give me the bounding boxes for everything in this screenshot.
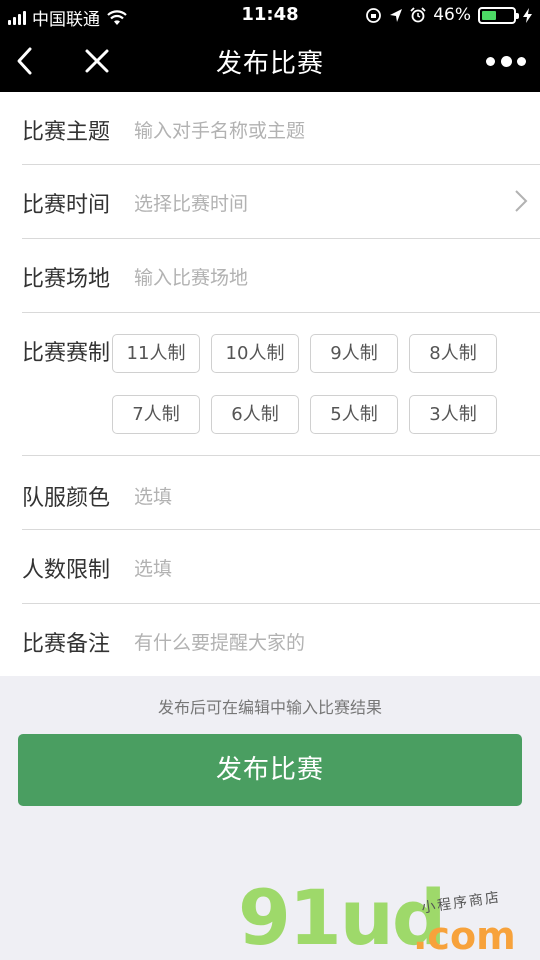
jersey-color-row[interactable]: 队服颜色 选填 xyxy=(22,456,540,529)
format-option-10[interactable]: 10人制 xyxy=(211,334,299,373)
format-option-9[interactable]: 9人制 xyxy=(310,334,398,373)
format-label: 比赛赛制 xyxy=(22,341,111,366)
player-limit-row[interactable]: 人数限制 选填 xyxy=(22,530,540,603)
more-dots-icon[interactable] xyxy=(486,54,526,68)
rotation-lock-icon xyxy=(366,7,382,23)
time-picker[interactable]: 选择比赛时间 xyxy=(134,189,248,216)
location-icon xyxy=(390,8,403,22)
player-limit-input[interactable]: 选填 xyxy=(134,554,172,581)
status-right: 46% xyxy=(365,5,532,25)
watermark-domain: .com xyxy=(413,914,516,958)
status-bar: 中国联通 11:48 46% xyxy=(0,0,540,30)
time-label: 比赛时间 xyxy=(22,193,111,218)
topic-row[interactable]: 比赛主题 输入对手名称或主题 xyxy=(22,92,540,164)
format-option-3[interactable]: 3人制 xyxy=(409,395,497,434)
result-hint: 发布后可在编辑中输入比赛结果 xyxy=(157,698,382,717)
topic-label: 比赛主题 xyxy=(22,120,111,145)
format-option-11[interactable]: 11人制 xyxy=(112,334,200,373)
player-limit-label: 人数限制 xyxy=(22,558,111,583)
format-option-8[interactable]: 8人制 xyxy=(409,334,497,373)
publish-button[interactable]: 发布比赛 xyxy=(18,734,522,806)
notes-input[interactable]: 有什么要提醒大家的 xyxy=(134,628,305,655)
jersey-color-label: 队服颜色 xyxy=(22,486,111,511)
watermark-logo: 91ud 小程序商店 .com xyxy=(238,880,538,960)
notes-row[interactable]: 比赛备注 有什么要提醒大家的 xyxy=(22,604,540,676)
match-form: 比赛主题 输入对手名称或主题 比赛时间 选择比赛时间 比赛场地 输入比赛场地 比… xyxy=(0,92,540,676)
time-row[interactable]: 比赛时间 选择比赛时间 xyxy=(22,165,540,238)
navigation-bar: 发布比赛 xyxy=(0,30,540,92)
format-option-5[interactable]: 5人制 xyxy=(310,395,398,434)
notes-label: 比赛备注 xyxy=(22,632,111,657)
battery-fill xyxy=(482,10,496,20)
page-title: 发布比赛 xyxy=(215,49,324,79)
format-option-6[interactable]: 6人制 xyxy=(211,395,299,434)
battery-percent: 46% xyxy=(433,5,471,25)
chevron-right-icon[interactable] xyxy=(514,189,528,213)
venue-input[interactable]: 输入比赛场地 xyxy=(134,263,248,290)
venue-row[interactable]: 比赛场地 输入比赛场地 xyxy=(22,239,540,312)
format-option-7[interactable]: 7人制 xyxy=(112,395,200,434)
alarm-icon xyxy=(410,7,426,23)
venue-label: 比赛场地 xyxy=(22,267,111,292)
topic-input[interactable]: 输入对手名称或主题 xyxy=(134,116,305,143)
charging-icon xyxy=(523,7,532,23)
battery-icon xyxy=(478,6,519,24)
jersey-color-input[interactable]: 选填 xyxy=(134,482,172,509)
